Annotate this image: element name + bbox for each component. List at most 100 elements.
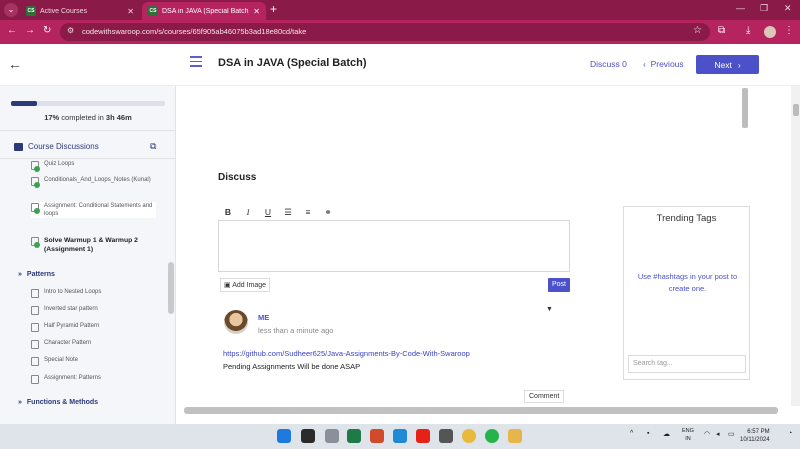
numbered-list-icon[interactable]: ≡ — [304, 207, 312, 218]
profile-avatar[interactable] — [764, 26, 776, 38]
progress-bar — [11, 101, 165, 106]
sidebar-item-quiz-loops[interactable]: Quiz Loops — [31, 160, 156, 172]
sidebar-item-character-pattern[interactable]: Character Pattern — [31, 339, 156, 349]
site-favicon-icon: CS — [148, 6, 158, 16]
sidebar-item-label: Solve Warmup 1 & Warmup 2 (Assignment 1) — [44, 237, 138, 254]
lesson-icon — [31, 306, 39, 315]
course-discussions-link[interactable]: Course Discussions — [14, 142, 99, 151]
sidebar-item-label: Half Pyramid Pattern — [44, 323, 100, 329]
lesson-icon — [31, 375, 39, 384]
link-icon[interactable]: ⚭ — [324, 207, 332, 218]
sidebar-item-nested-loops[interactable]: Intro to Nested Loops — [31, 288, 156, 298]
tray-chevron-icon[interactable]: ^ — [630, 430, 633, 437]
discuss-link[interactable]: Discuss 0 — [590, 59, 627, 69]
os-taskbar: ^ ▪ ☁ ENG IN ◠ ◂ ▭ 6:57 PM 10/11/2024 ◔ — [0, 424, 800, 449]
extensions-icon[interactable]: ⧉ — [718, 25, 725, 36]
search-tag-input[interactable]: Search tag... — [628, 355, 746, 373]
tab-active-courses[interactable]: CS Active Courses ✕ — [20, 2, 140, 20]
close-tab-icon[interactable]: ✕ — [253, 7, 260, 16]
comment-author[interactable]: ME — [258, 313, 269, 322]
next-label: Next — [714, 59, 732, 70]
browser-menu-icon[interactable]: ⋮ — [784, 25, 794, 36]
lesson-icon — [31, 323, 39, 332]
lesson-frame-scrollbar[interactable] — [742, 88, 748, 128]
cloud-icon[interactable]: ☁ — [663, 430, 670, 438]
download-icon[interactable]: ⤓ — [746, 25, 750, 36]
hashtag-link[interactable]: #hashtags — [653, 272, 688, 281]
section-functions[interactable]: » Functions & Methods — [18, 399, 98, 406]
horizontal-scrollbar[interactable] — [184, 407, 778, 414]
lesson-check-icon — [31, 203, 40, 214]
lesson-check-icon — [31, 177, 40, 188]
add-image-button[interactable]: ▣ Add Image — [220, 278, 271, 292]
tab-search-button[interactable]: ⌄ — [4, 3, 18, 17]
volume-icon[interactable]: ◂ — [716, 430, 720, 438]
section-label: Patterns — [26, 271, 55, 278]
sidebar-item-warmup[interactable]: Solve Warmup 1 & Warmup 2 (Assignment 1) — [31, 236, 156, 254]
chevron-double-down-icon: » — [18, 271, 22, 278]
comment-button[interactable]: Comment — [524, 390, 565, 403]
chevron-right-icon: › — [737, 59, 741, 70]
sidebar-item-half-pyramid[interactable]: Half Pyramid Pattern — [31, 322, 156, 332]
notification-icon[interactable]: ◔ — [788, 430, 792, 437]
clock-date: 10/11/2024 — [740, 437, 770, 444]
close-tab-icon[interactable]: ✕ — [127, 7, 134, 16]
battery-icon[interactable]: ▭ — [728, 430, 735, 438]
restore-icon[interactable]: ❐ — [760, 3, 768, 14]
sidebar-item-conditionals-notes[interactable]: Conditionals_And_Loops_Notes (Kunal) — [31, 176, 156, 188]
youtube-icon[interactable] — [416, 429, 430, 443]
task-view-icon[interactable] — [325, 429, 339, 443]
sidebar-item-assignment-conditionals[interactable]: Assignment: Conditional Statements and l… — [31, 202, 156, 219]
italic-icon[interactable]: I — [244, 207, 252, 218]
tab-label: Active Courses — [40, 7, 88, 15]
menu-toggle-icon[interactable] — [190, 56, 202, 70]
address-bar[interactable]: ⚙ codewithswaroop.com/s/courses/65f905ab… — [60, 23, 710, 41]
sidebar-item-inverted-star[interactable]: Inverted star pattern — [31, 305, 156, 315]
editor-toolbar: B I U ☰ ≡ ⚭ — [224, 207, 332, 218]
browser-forward-icon[interactable]: → — [25, 25, 35, 36]
comment-editor[interactable] — [218, 220, 570, 272]
windows-start-icon[interactable] — [277, 429, 291, 443]
divider — [0, 158, 176, 159]
whatsapp-icon[interactable] — [485, 429, 499, 443]
tray-app-icon[interactable]: ▪ — [647, 430, 649, 437]
page-scrollbar[interactable] — [793, 104, 799, 116]
section-patterns[interactable]: » Patterns — [18, 271, 55, 278]
site-favicon-icon: CS — [26, 6, 36, 16]
external-link-icon[interactable]: ⧉ — [150, 141, 156, 152]
comment-menu-icon[interactable]: ▼ — [546, 306, 553, 313]
minimize-icon[interactable]: — — [736, 3, 745, 13]
file-explorer-icon[interactable] — [508, 429, 522, 443]
previous-label: Previous — [650, 59, 684, 69]
search-icon[interactable] — [301, 429, 315, 443]
wifi-icon[interactable]: ◠ — [704, 430, 710, 438]
next-button[interactable]: Next › — [696, 55, 759, 74]
bullet-list-icon[interactable]: ☰ — [284, 207, 292, 218]
discuss-heading: Discuss — [218, 172, 257, 183]
chrome-icon[interactable] — [462, 429, 476, 443]
new-tab-button[interactable]: + — [270, 3, 277, 15]
bold-icon[interactable]: B — [224, 207, 232, 218]
system-clock[interactable]: 6:57 PM 10/11/2024 — [740, 428, 770, 444]
underline-icon[interactable]: U — [264, 207, 272, 218]
back-arrow-icon[interactable]: ← — [8, 56, 22, 72]
github-icon[interactable] — [439, 429, 453, 443]
site-info-icon[interactable]: ⚙ — [67, 26, 74, 35]
browser-back-icon[interactable]: ← — [7, 25, 17, 36]
bookmark-star-icon[interactable]: ☆ — [693, 25, 702, 36]
previous-button[interactable]: ‹ Previous — [643, 59, 684, 69]
vscode-icon[interactable] — [393, 429, 407, 443]
image-icon: ▣ — [224, 282, 231, 289]
reload-icon[interactable]: ↻ — [43, 25, 51, 36]
excel-icon[interactable] — [347, 429, 361, 443]
sidebar-item-assignment-patterns[interactable]: Assignment: Patterns — [31, 374, 156, 384]
tab-dsa-course[interactable]: CS DSA in JAVA (Special Batch) - Co ✕ — [142, 2, 266, 20]
close-window-icon[interactable]: ✕ — [784, 3, 792, 14]
language-indicator[interactable]: ENG IN — [682, 428, 694, 443]
sidebar-scrollbar[interactable] — [168, 262, 174, 314]
post-button[interactable]: Post — [548, 278, 570, 292]
hint-prefix: Use — [637, 272, 654, 281]
powerpoint-icon[interactable] — [370, 429, 384, 443]
comment-link[interactable]: https://github.com/Sudheer625/Java-Assig… — [223, 349, 470, 358]
sidebar-item-special-note[interactable]: Special Note — [31, 356, 156, 366]
